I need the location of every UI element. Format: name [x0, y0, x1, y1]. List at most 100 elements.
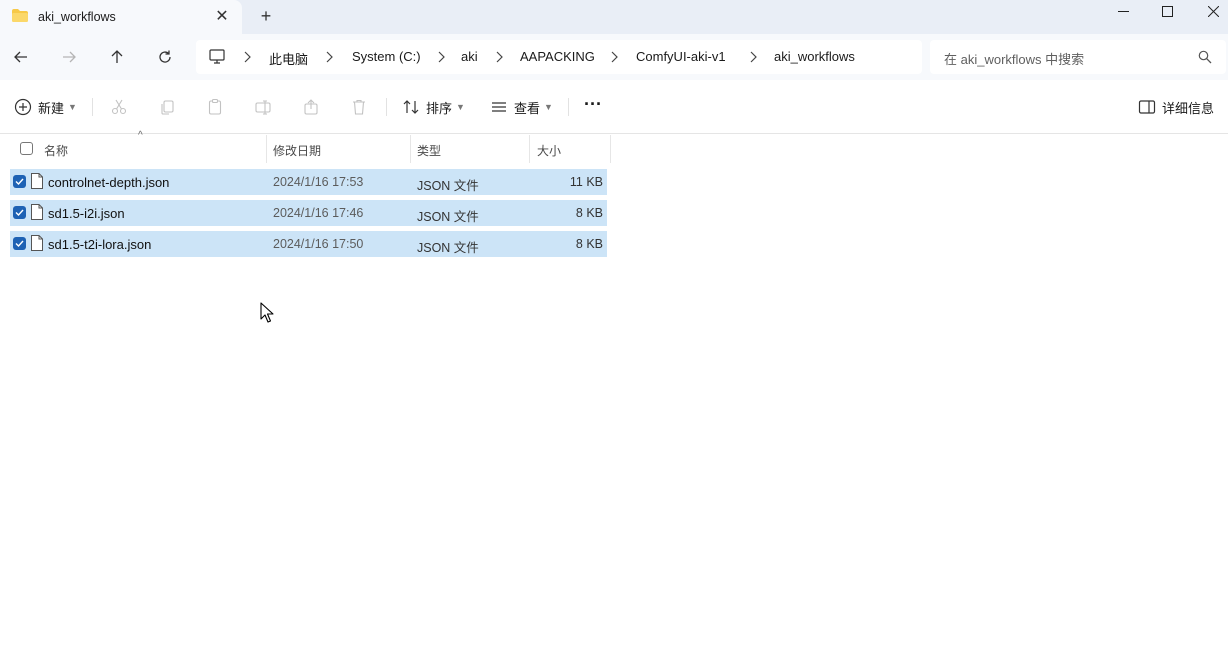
close-tab-button[interactable]: ✕: [213, 7, 231, 25]
chevron-right-icon[interactable]: [494, 51, 504, 63]
file-date: 2024/1/16 17:53: [273, 175, 364, 189]
file-type: JSON 文件: [417, 179, 479, 193]
column-label-date: 修改日期: [273, 144, 322, 158]
chevron-right-icon[interactable]: [748, 51, 758, 63]
back-button[interactable]: [8, 44, 34, 70]
maximize-icon: [1161, 5, 1173, 17]
breadcrumb-comfyui-aki-v1[interactable]: ComfyUI-aki-v1: [636, 49, 726, 64]
rename-icon: [255, 100, 271, 115]
scissors-icon: [111, 99, 127, 115]
delete-button[interactable]: [350, 96, 368, 118]
details-label: 详细信息: [1162, 100, 1215, 116]
chevron-down-icon: ▼: [456, 102, 465, 112]
file-size: 8 KB: [575, 237, 603, 251]
file-name[interactable]: sd1.5-i2i.json: [48, 206, 125, 221]
close-window-button[interactable]: [1190, 0, 1228, 22]
maximize-button[interactable]: [1144, 0, 1190, 22]
file-name[interactable]: controlnet-depth.json: [48, 175, 169, 190]
file-row[interactable]: sd1.5-i2i.json 2024/1/16 17:46 JSON 文件 8…: [10, 200, 607, 226]
trash-icon: [353, 99, 365, 115]
share-icon: [304, 99, 318, 115]
breadcrumb-aki-workflows[interactable]: aki_workflows: [774, 49, 855, 64]
arrow-up-icon: [111, 50, 123, 63]
file-icon: [31, 235, 43, 251]
share-button[interactable]: [302, 96, 320, 118]
view-list-icon: [492, 102, 506, 112]
new-tab-button[interactable]: +: [256, 6, 276, 26]
column-label-name: 名称: [44, 144, 69, 158]
details-pane-icon: [1138, 100, 1156, 114]
navigation-bar: 此电脑 System (C:) aki AAPACKING ComfyUI-ak…: [0, 34, 1228, 80]
column-divider[interactable]: [610, 135, 611, 163]
address-bar[interactable]: 此电脑 System (C:) aki AAPACKING ComfyUI-ak…: [196, 40, 922, 74]
copy-button[interactable]: [158, 96, 176, 118]
minimize-icon: [1117, 10, 1129, 12]
search-box[interactable]: 在 aki_workflows 中搜索: [930, 40, 1226, 74]
breadcrumb-this-pc[interactable]: 此电脑: [269, 49, 308, 68]
column-header-date[interactable]: 修改日期: [267, 135, 410, 163]
minimize-button[interactable]: [1100, 0, 1146, 22]
refresh-button[interactable]: [152, 44, 178, 70]
view-button[interactable]: 查看 ▼: [490, 96, 553, 118]
refresh-icon: [159, 50, 171, 63]
divider: [92, 98, 93, 116]
chevron-right-icon[interactable]: [609, 51, 619, 63]
file-date: 2024/1/16 17:46: [273, 206, 364, 220]
checkbox-checked-icon[interactable]: [13, 175, 26, 188]
paste-icon: [208, 98, 222, 115]
paste-button[interactable]: [206, 96, 224, 118]
chevron-right-icon[interactable]: [436, 51, 446, 63]
column-header-size[interactable]: 大小: [530, 135, 610, 163]
file-icon: [31, 204, 43, 220]
column-label-type: 类型: [417, 144, 442, 158]
file-row[interactable]: sd1.5-t2i-lora.json 2024/1/16 17:50 JSON…: [10, 231, 607, 257]
new-label: 新建: [38, 100, 65, 116]
new-button[interactable]: 新建 ▼: [14, 96, 77, 118]
more-options-button[interactable]: ···: [584, 93, 602, 115]
file-row[interactable]: controlnet-depth.json 2024/1/16 17:53 JS…: [10, 169, 607, 195]
sort-icon: [403, 100, 419, 114]
add-circle-icon: [14, 98, 32, 116]
tab-aki-workflows[interactable]: aki_workflows ✕: [0, 0, 242, 34]
divider: [568, 98, 569, 116]
chevron-right-icon[interactable]: [324, 51, 334, 63]
forward-button[interactable]: [56, 44, 82, 70]
cut-button[interactable]: [110, 96, 128, 118]
tab-title: aki_workflows: [38, 10, 116, 24]
chevron-down-icon: ▼: [68, 102, 77, 112]
checkbox-checked-icon[interactable]: [13, 206, 26, 219]
breadcrumb-system-c[interactable]: System (C:): [352, 49, 421, 64]
chevron-right-icon[interactable]: [242, 51, 252, 63]
breadcrumb-aapacking[interactable]: AAPACKING: [520, 49, 595, 64]
close-icon: [1207, 5, 1219, 17]
column-header-type[interactable]: 类型: [411, 135, 529, 163]
title-bar: aki_workflows ✕ +: [0, 0, 1228, 34]
file-type: JSON 文件: [417, 241, 479, 255]
rename-button[interactable]: [254, 96, 272, 118]
view-label: 查看: [514, 100, 541, 116]
search-icon[interactable]: [1198, 50, 1212, 64]
folder-icon: [12, 9, 28, 22]
column-header-name[interactable]: 名称: [0, 135, 266, 163]
command-bar: 新建 ▼ 排序 ▼ 查看 ▼ ··· 详细信息: [0, 80, 1228, 134]
mouse-cursor-icon: [260, 302, 274, 323]
sort-label: 排序: [426, 100, 453, 116]
chevron-down-icon: ▼: [544, 102, 553, 112]
copy-icon: [161, 100, 174, 115]
file-icon: [31, 173, 43, 189]
column-label-size: 大小: [537, 144, 562, 158]
file-size: 11 KB: [569, 175, 603, 189]
search-input[interactable]: 在 aki_workflows 中搜索: [944, 49, 1084, 68]
computer-icon: [209, 49, 225, 64]
details-pane-button[interactable]: 详细信息: [1138, 96, 1214, 118]
arrow-left-icon: [14, 51, 27, 63]
divider: [386, 98, 387, 116]
up-button[interactable]: [104, 44, 130, 70]
file-name[interactable]: sd1.5-t2i-lora.json: [48, 237, 151, 252]
checkbox-checked-icon[interactable]: [13, 237, 26, 250]
breadcrumb-aki[interactable]: aki: [461, 49, 478, 64]
file-type: JSON 文件: [417, 210, 479, 224]
file-date: 2024/1/16 17:50: [273, 237, 364, 251]
sort-button[interactable]: 排序 ▼: [402, 96, 465, 118]
file-size: 8 KB: [575, 206, 603, 220]
